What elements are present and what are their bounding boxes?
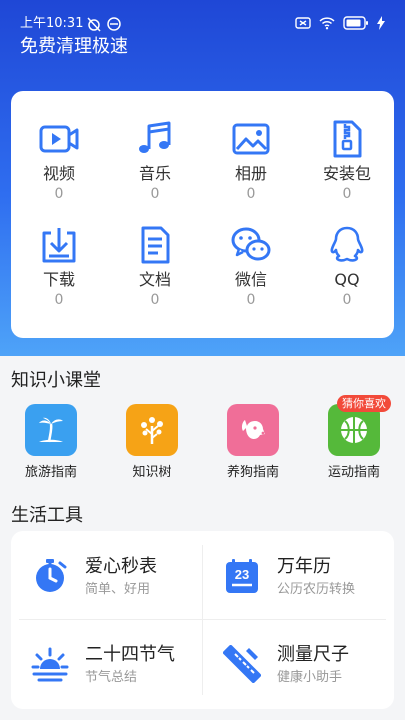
divider xyxy=(19,619,386,620)
charging-icon xyxy=(377,16,385,30)
stopwatch-icon xyxy=(36,559,67,592)
tool-subtitle: 简单、好用 xyxy=(85,582,151,597)
calendar-icon: 23 xyxy=(226,559,258,593)
tool-calendar[interactable]: 23 万年历 公历农历转换 xyxy=(207,533,387,619)
tool-stopwatch[interactable]: 爱心秒表 简单、好用 xyxy=(15,533,195,619)
knowledge-item-label: 养狗指南 xyxy=(226,465,279,480)
document-icon xyxy=(141,226,170,264)
music-icon xyxy=(139,121,171,153)
basketball-icon xyxy=(341,417,367,443)
knowledge-item-travel[interactable]: 旅游指南 xyxy=(10,404,92,482)
sunrise-icon xyxy=(31,647,69,682)
tool-subtitle: 节气总结 xyxy=(85,670,138,685)
file-category-card: 视频 0 音乐 0 相册 0 安装包 0 下载 0 文档 0 微信 0 QQ 0 xyxy=(11,91,394,338)
category-count: 0 xyxy=(54,292,64,308)
tool-ruler[interactable]: 测量尺子 健康小助手 xyxy=(207,621,387,707)
category-label: QQ xyxy=(334,270,360,289)
tool-solar-terms[interactable]: 二十四节气 节气总结 xyxy=(15,621,195,707)
category-label: 音乐 xyxy=(138,164,171,183)
category-download[interactable]: 下载 0 xyxy=(11,225,107,309)
category-label: 相册 xyxy=(234,164,267,183)
wifi-icon xyxy=(319,17,335,30)
category-wechat[interactable]: 微信 0 xyxy=(203,225,299,309)
category-count: 0 xyxy=(150,292,160,308)
category-label: 文档 xyxy=(138,270,171,289)
app-status-icon xyxy=(107,17,121,31)
tool-title: 万年历 xyxy=(277,556,331,577)
category-label: 微信 xyxy=(234,270,267,289)
category-count: 0 xyxy=(246,292,256,308)
guess-you-like-badge: 猜你喜欢 xyxy=(337,395,391,412)
dog-icon xyxy=(241,420,265,439)
category-count: 0 xyxy=(150,186,160,202)
status-time: 上午10:31 xyxy=(20,16,84,31)
status-bar: 上午10:31 xyxy=(0,0,405,34)
no-sim-icon xyxy=(295,17,311,29)
video-icon xyxy=(39,125,79,153)
knowledge-section-title: 知识小课堂 xyxy=(11,370,101,391)
alarm-off-icon xyxy=(87,17,101,32)
category-count: 0 xyxy=(342,186,352,202)
knowledge-item-label: 知识树 xyxy=(132,465,172,480)
tool-title: 爱心秒表 xyxy=(85,556,157,577)
battery-icon xyxy=(343,16,368,30)
calendar-day-text: 23 xyxy=(235,567,249,582)
knowledge-item-label: 运动指南 xyxy=(327,465,380,480)
category-document[interactable]: 文档 0 xyxy=(107,225,203,309)
ruler-icon xyxy=(223,645,261,683)
tool-subtitle: 健康小助手 xyxy=(277,670,343,685)
tool-title: 二十四节气 xyxy=(85,644,175,665)
tree-icon xyxy=(141,417,163,444)
knowledge-item-label: 旅游指南 xyxy=(24,465,77,480)
category-label: 安装包 xyxy=(322,164,371,183)
app-title: 免费清理极速 xyxy=(20,36,128,57)
tool-title: 测量尺子 xyxy=(277,644,349,665)
zip-icon xyxy=(333,120,362,158)
category-count: 0 xyxy=(246,186,256,202)
category-photos[interactable]: 相册 0 xyxy=(203,119,299,203)
category-label: 下载 xyxy=(42,270,75,289)
category-apk[interactable]: 安装包 0 xyxy=(299,119,395,203)
category-label: 视频 xyxy=(42,164,75,183)
app-tile xyxy=(126,404,178,456)
download-icon xyxy=(42,228,76,263)
app-tile xyxy=(227,404,279,456)
knowledge-item-tree[interactable]: 知识树 xyxy=(111,404,193,482)
life-tools-card: 爱心秒表 简单、好用 23 万年历 公历农历转换 二十四节气 节气总结 测量尺子… xyxy=(11,531,394,709)
tools-section-title: 生活工具 xyxy=(11,505,83,526)
divider xyxy=(202,545,203,695)
palm-tree-icon xyxy=(39,417,63,443)
image-icon xyxy=(232,123,270,155)
knowledge-item-sports[interactable]: 猜你喜欢 运动指南 xyxy=(313,395,395,482)
category-video[interactable]: 视频 0 xyxy=(11,119,107,203)
qq-icon xyxy=(330,226,364,262)
tool-subtitle: 公历农历转换 xyxy=(277,582,356,597)
wechat-icon xyxy=(231,227,271,261)
knowledge-item-dog[interactable]: 养狗指南 xyxy=(212,404,294,482)
app-tile xyxy=(25,404,77,456)
category-music[interactable]: 音乐 0 xyxy=(107,119,203,203)
category-count: 0 xyxy=(342,292,352,308)
category-count: 0 xyxy=(54,186,64,202)
category-qq[interactable]: QQ 0 xyxy=(299,225,395,309)
